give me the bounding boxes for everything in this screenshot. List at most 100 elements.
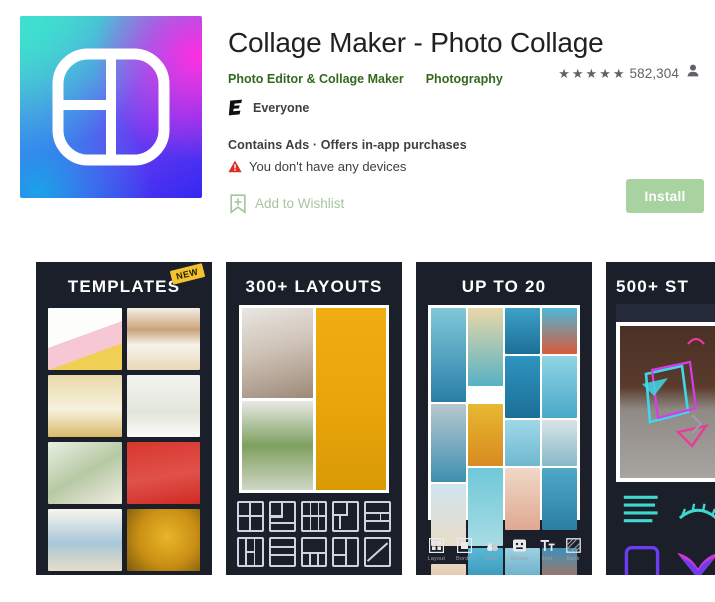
layout-preset-icon: [332, 536, 360, 567]
template-thumb: [48, 308, 122, 370]
screenshot-up-to-20[interactable]: UP TO 20 Layout Border Filter Sticker Te…: [416, 262, 592, 575]
mosaic-photo: [431, 404, 466, 482]
screenshot-title: 500+ ST: [616, 277, 690, 296]
screenshot-title-wrap: 500+ ST: [606, 262, 715, 297]
screenshot-title-wrap: TEMPLATES NEW: [36, 262, 212, 297]
person-icon: [687, 64, 699, 82]
sticker-thumb[interactable]: [672, 540, 715, 575]
toolbar-label: Filter: [485, 556, 499, 562]
mosaic-photo: [542, 356, 577, 418]
toolbar-item-background[interactable]: Back: [565, 538, 581, 562]
mosaic-photo: [505, 468, 540, 530]
bookmark-plus-icon: [230, 193, 246, 214]
toolbar-item-layout[interactable]: Layout: [427, 538, 445, 562]
star-icon: ★: [599, 65, 611, 81]
mosaic-photo: [468, 404, 503, 466]
screenshot-title: UP TO 20: [461, 277, 547, 296]
star-icon: ★: [612, 65, 625, 81]
carousel-next-button[interactable]: [685, 407, 709, 441]
app-icon: [20, 16, 202, 198]
neon-overlay-icon: [642, 337, 709, 448]
neon-frame-icon: [624, 546, 660, 575]
toolbar-label: Sticker: [510, 556, 529, 562]
sticker-thumb[interactable]: [616, 540, 668, 575]
toolbar-item-sticker[interactable]: Sticker: [511, 538, 529, 562]
star-icon: ★: [585, 65, 598, 81]
rating-block[interactable]: ★ ★ ★ ★ ★ 582,304: [558, 64, 699, 82]
sticker-photo-inner: [620, 326, 715, 478]
background-icon: [565, 538, 581, 553]
mosaic-photo: [542, 308, 577, 354]
template-thumb: [48, 509, 122, 571]
device-warning-row: You don't have any devices: [228, 159, 715, 174]
install-button[interactable]: Install: [626, 179, 704, 213]
chevron-right-icon: [691, 414, 703, 434]
layout-preset-icon: [268, 536, 296, 567]
device-warning-label: You don't have any devices: [249, 158, 407, 174]
collage-photo: [242, 400, 313, 490]
template-thumb: [126, 375, 200, 437]
layout-preset-icon: [300, 536, 328, 567]
new-badge: NEW: [169, 263, 205, 285]
rating-count: 582,304: [629, 65, 679, 81]
filter-droplet-icon: [486, 542, 498, 551]
text-tt-icon: [540, 540, 555, 551]
layout-preset-icon: [364, 501, 391, 532]
star-icon: ★: [558, 65, 570, 81]
category-link[interactable]: Photography: [426, 72, 503, 86]
layout-preview-collage: [239, 305, 389, 493]
page-title: Collage Maker - Photo Collage: [228, 27, 604, 58]
layout-preset-grid: [237, 501, 391, 567]
templates-grid: [48, 308, 200, 571]
neon-scribble-icon: [623, 495, 658, 523]
star-rating: ★ ★ ★ ★ ★: [558, 67, 624, 80]
border-square-icon: [457, 538, 473, 553]
app-info: Collage Maker - Photo Collage Photo Edit…: [202, 16, 715, 218]
wishlist-label: Add to Wishlist: [255, 196, 345, 212]
play-store-app-page: Collage Maker - Photo Collage Photo Edit…: [0, 0, 715, 602]
app-header: Collage Maker - Photo Collage Photo Edit…: [0, 0, 715, 218]
template-thumb: [48, 375, 122, 437]
sticker-thumb[interactable]: [672, 487, 715, 536]
toolbar-label: Back: [566, 556, 580, 562]
developer-link[interactable]: Photo Editor & Collage Maker: [228, 72, 404, 86]
sticker-thumb[interactable]: [616, 487, 668, 536]
sticker-banner: [616, 304, 715, 322]
toolbar-item-border[interactable]: Border: [456, 538, 474, 562]
screenshot-title: TEMPLATES: [67, 277, 181, 296]
layout-grid-icon: [428, 538, 444, 553]
editor-toolbar: Layout Border Filter Sticker Text Back: [416, 531, 592, 569]
toolbar-label: Layout: [427, 556, 446, 562]
layout-preset-icon: [332, 501, 360, 532]
screenshot-list[interactable]: TEMPLATES NEW 300+ LAYOUTS UP TO 20 Layo…: [0, 262, 715, 575]
esrb-everyone-icon: [228, 99, 242, 116]
layout-preset-icon: [237, 536, 264, 567]
mosaic-photo: [505, 356, 540, 418]
collage-photo: [242, 308, 313, 398]
mosaic-photo: [468, 308, 503, 386]
toolbar-label: Border: [456, 556, 474, 562]
toolbar-item-filter[interactable]: Filter: [485, 538, 500, 562]
screenshot-templates[interactable]: TEMPLATES NEW: [36, 262, 212, 575]
monetization-label: Contains Ads · Offers in-app purchases: [228, 137, 467, 152]
screenshot-layouts[interactable]: 300+ LAYOUTS: [226, 262, 402, 575]
layout-preset-icon: [237, 501, 264, 532]
template-thumb: [126, 509, 200, 571]
warning-triangle-icon: [228, 160, 242, 172]
collage-glyph-icon: [52, 48, 170, 166]
content-rating-label: Everyone: [253, 100, 310, 115]
mosaic-photo: [431, 308, 466, 402]
photo-mosaic: [428, 305, 580, 575]
screenshot-title-wrap: 300+ LAYOUTS: [226, 262, 402, 297]
neon-wings-icon: [677, 553, 715, 575]
toolbar-item-text[interactable]: Text: [540, 538, 555, 562]
collage-photo: [315, 308, 386, 490]
neon-crown-icon: [678, 503, 715, 520]
add-to-wishlist-button[interactable]: Add to Wishlist: [228, 190, 346, 218]
mosaic-photo: [505, 308, 540, 354]
mosaic-photo: [542, 420, 577, 466]
template-thumb: [48, 442, 122, 504]
screenshot-title-wrap: UP TO 20: [416, 262, 592, 297]
screenshot-title: 300+ LAYOUTS: [245, 277, 383, 296]
layout-preset-icon: [364, 536, 391, 567]
